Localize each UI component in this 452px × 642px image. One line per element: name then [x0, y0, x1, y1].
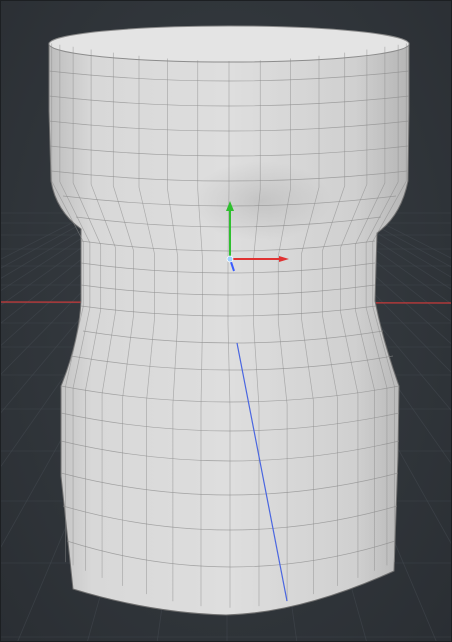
3d-viewport[interactable] [0, 0, 452, 642]
cylinder-mesh[interactable] [48, 25, 410, 616]
top-cap-face[interactable] [48, 25, 410, 63]
neck-shadow [191, 161, 331, 241]
viewport-canvas[interactable] [1, 1, 452, 642]
gizmo-center-handle[interactable] [226, 255, 234, 263]
